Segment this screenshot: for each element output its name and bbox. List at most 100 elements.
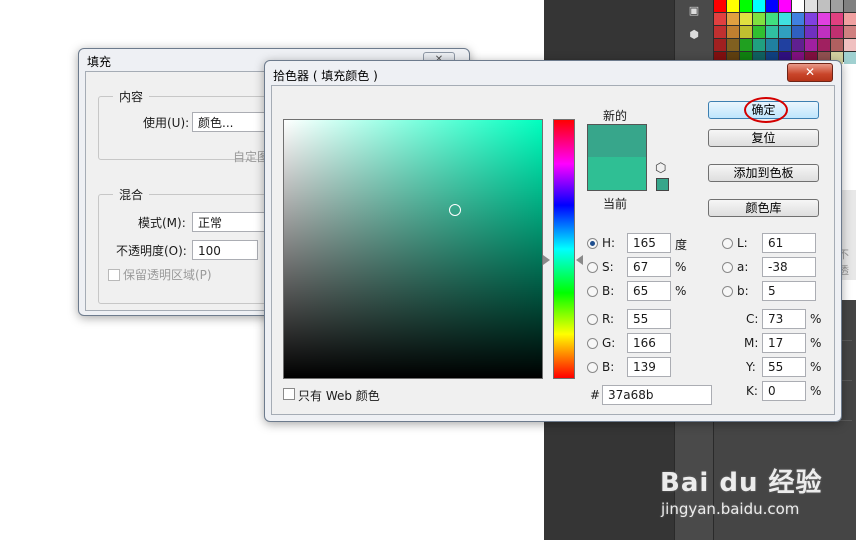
brightness-input[interactable]: 65 <box>627 281 671 301</box>
lab-a-input[interactable]: -38 <box>762 257 816 277</box>
black-input[interactable]: 0 <box>762 381 806 401</box>
current-color-swatch[interactable] <box>587 157 647 191</box>
swatch-cell[interactable] <box>805 0 817 12</box>
opacity-input[interactable]: 100 <box>192 240 258 260</box>
saturation-radio[interactable] <box>587 262 598 273</box>
use-label: 使用(U): <box>143 116 190 130</box>
opacity-label: 不透明度(O): <box>116 244 187 258</box>
swatch-cell[interactable] <box>714 39 726 51</box>
yellow-label: Y: <box>746 360 756 374</box>
swatch-cell[interactable] <box>818 0 830 12</box>
swatch-cell[interactable] <box>766 0 778 12</box>
hex-input[interactable]: 37a68b <box>602 385 712 405</box>
hue-radio[interactable] <box>587 238 598 249</box>
lab-l-radio[interactable] <box>722 238 733 249</box>
swatch-cell[interactable] <box>714 0 726 12</box>
swatch-cell[interactable] <box>818 13 830 25</box>
lab-b-radio[interactable] <box>722 286 733 297</box>
swatch-cell[interactable] <box>792 39 804 51</box>
swatch-cell[interactable] <box>740 39 752 51</box>
lab-b-input[interactable]: 5 <box>762 281 816 301</box>
swatch-cell[interactable] <box>766 39 778 51</box>
swatch-cell[interactable] <box>844 13 856 25</box>
swatch-cell[interactable] <box>792 26 804 38</box>
hue-input[interactable]: 165 <box>627 233 671 253</box>
hue-slider[interactable] <box>553 119 575 379</box>
mode-dropdown[interactable]: 正常 <box>192 212 272 232</box>
swatch-cell[interactable] <box>844 26 856 38</box>
watermark-url: jingyan.baidu.com <box>661 500 800 518</box>
use-dropdown[interactable]: 颜色... <box>192 112 272 132</box>
swatch-cell[interactable] <box>831 39 843 51</box>
swatch-cell[interactable] <box>818 26 830 38</box>
swatch-cell[interactable] <box>779 13 791 25</box>
hue-slider-left-arrow-icon[interactable] <box>543 255 550 265</box>
only-web-colors-label: 只有 Web 颜色 <box>298 389 380 403</box>
brightness-radio[interactable] <box>587 286 598 297</box>
red-radio[interactable] <box>587 314 598 325</box>
saturation-label: S: <box>602 260 614 274</box>
baidu-jingyan-logo: Bai du 经验 <box>660 468 823 498</box>
swatch-cell[interactable] <box>792 13 804 25</box>
add-to-swatches-button[interactable]: 添加到色板 <box>708 164 819 182</box>
green-radio[interactable] <box>587 338 598 349</box>
cyan-input[interactable]: 73 <box>762 309 806 329</box>
swatch-cell[interactable] <box>766 13 778 25</box>
swatch-cell[interactable] <box>766 26 778 38</box>
swatch-cell[interactable] <box>740 0 752 12</box>
reset-button[interactable]: 复位 <box>708 129 819 147</box>
swatch-cell[interactable] <box>779 39 791 51</box>
black-unit: % <box>810 384 822 398</box>
swatch-cell[interactable] <box>753 0 765 12</box>
only-web-colors-checkbox[interactable] <box>283 388 295 400</box>
color-cursor[interactable] <box>449 204 461 216</box>
blue-radio[interactable] <box>587 362 598 373</box>
swatch-cell[interactable] <box>831 13 843 25</box>
swatch-cell[interactable] <box>779 26 791 38</box>
saturation-brightness-field[interactable] <box>283 119 543 379</box>
swatch-cell[interactable] <box>844 39 856 51</box>
tool-icon[interactable]: ▣ <box>683 4 705 18</box>
swatch-cell[interactable] <box>818 39 830 51</box>
swatch-cell[interactable] <box>727 13 739 25</box>
green-input[interactable]: 166 <box>627 333 671 353</box>
swatch-cell[interactable] <box>740 26 752 38</box>
preserve-transparency-checkbox[interactable] <box>108 269 120 281</box>
fill-dialog-title: 填充 <box>87 55 112 69</box>
swatch-cell[interactable] <box>805 26 817 38</box>
lab-a-radio[interactable] <box>722 262 733 273</box>
yellow-input[interactable]: 55 <box>762 357 806 377</box>
swatch-cell[interactable] <box>727 26 739 38</box>
lab-l-label: L: <box>737 236 748 250</box>
red-input[interactable]: 55 <box>627 309 671 329</box>
lab-l-input[interactable]: 61 <box>762 233 816 253</box>
swatch-cell[interactable] <box>805 39 817 51</box>
swatch-cell[interactable] <box>792 0 804 12</box>
swatch-cell[interactable] <box>844 0 856 12</box>
magenta-input[interactable]: 17 <box>762 333 806 353</box>
swatch-cell[interactable] <box>727 0 739 12</box>
blue-input[interactable]: 139 <box>627 357 671 377</box>
swatch-cell[interactable] <box>753 39 765 51</box>
web-safe-color-icon[interactable] <box>656 178 669 191</box>
swatch-cell[interactable] <box>727 39 739 51</box>
swatch-cell[interactable] <box>805 13 817 25</box>
3d-cube-icon[interactable]: ⬡ <box>655 161 666 176</box>
swatch-cell[interactable] <box>753 13 765 25</box>
saturation-input[interactable]: 67 <box>627 257 671 277</box>
swatch-cell[interactable] <box>740 13 752 25</box>
swatch-cell[interactable] <box>753 26 765 38</box>
swatch-cell[interactable] <box>779 0 791 12</box>
swatch-cell[interactable] <box>714 26 726 38</box>
magenta-label: M: <box>744 336 759 350</box>
swatch-cell[interactable] <box>831 26 843 38</box>
3d-cube-icon[interactable]: ⬢ <box>683 28 705 42</box>
color-picker-close-button[interactable]: ✕ <box>787 63 833 82</box>
color-libraries-button[interactable]: 颜色库 <box>708 199 819 217</box>
swatch-cell[interactable] <box>844 52 856 64</box>
swatch-cell[interactable] <box>714 13 726 25</box>
hue-slider-right-arrow-icon[interactable] <box>576 255 583 265</box>
lab-a-label: a: <box>737 260 749 274</box>
blending-group-label: 混合 <box>113 186 150 203</box>
swatch-cell[interactable] <box>831 0 843 12</box>
